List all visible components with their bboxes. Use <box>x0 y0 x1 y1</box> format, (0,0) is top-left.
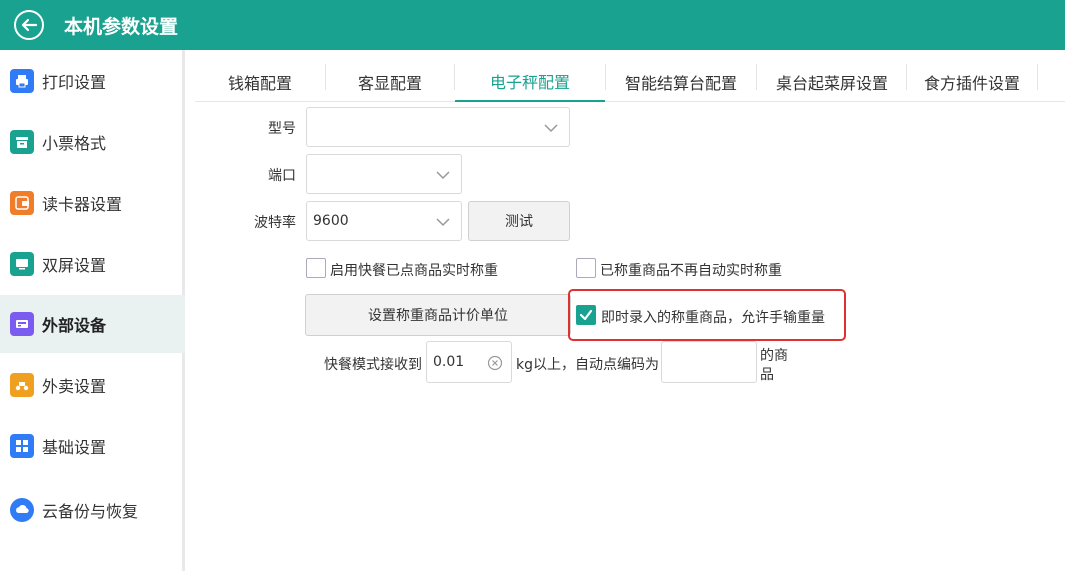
sidebar: 打印设置 小票格式 读卡器设置 双屏设置 外部设备 外卖设置 基础设置 云备份与… <box>0 50 185 571</box>
sidebar-item-label: 双屏设置 <box>42 256 107 275</box>
baud-select[interactable]: 9600 <box>306 201 462 241</box>
model-select[interactable] <box>306 107 570 147</box>
chevron-down-icon <box>436 218 450 227</box>
sidebar-item-label: 小票格式 <box>42 134 107 153</box>
sidebar-item-external-devices[interactable]: 外部设备 <box>0 295 185 353</box>
sidebar-item-receipt-format[interactable]: 小票格式 <box>0 113 185 171</box>
suffix-label-line2: 品 <box>760 367 774 383</box>
sidebar-item-label: 外部设备 <box>42 316 107 335</box>
sidebar-item-dual-screen[interactable]: 双屏设置 <box>0 235 185 293</box>
tab-smart-checkout[interactable]: 智能结算台配置 <box>606 62 756 102</box>
tab-cash-drawer[interactable]: 钱箱配置 <box>195 62 325 102</box>
sidebar-item-basic-settings[interactable]: 基础设置 <box>0 417 185 475</box>
sidebar-item-print[interactable]: 打印设置 <box>0 52 185 110</box>
page-title: 本机参数设置 <box>64 15 179 38</box>
after-weight-label: kg以上，自动点编码为 <box>516 357 659 373</box>
tab-table-serve-screen[interactable]: 桌台起菜屏设置 <box>757 62 907 102</box>
grid-icon <box>10 434 34 458</box>
test-button[interactable]: 测试 <box>468 201 570 241</box>
scooter-icon <box>10 373 34 397</box>
tab-bar: 钱箱配置 客显配置 电子秤配置 智能结算台配置 桌台起菜屏设置 食方插件设置 <box>195 50 1065 102</box>
fast-food-realtime-weigh-label: 启用快餐已点商品实时称重 <box>330 263 498 279</box>
arrow-left-icon <box>21 18 38 32</box>
sidebar-item-card-reader[interactable]: 读卡器设置 <box>0 174 185 232</box>
fast-mode-label: 快餐模式接收到 <box>324 357 422 373</box>
no-auto-weigh-checkbox[interactable] <box>576 258 596 278</box>
printer-icon <box>10 69 34 93</box>
monitor-icon <box>10 252 34 276</box>
tab-food-plugin[interactable]: 食方插件设置 <box>907 62 1037 102</box>
weight-threshold-input[interactable]: 0.01 <box>426 341 512 383</box>
manual-weight-label: 即时录入的称重商品，允许手输重量 <box>601 310 825 326</box>
product-code-input[interactable] <box>661 341 757 383</box>
no-auto-weigh-label: 已称重商品不再自动实时称重 <box>600 263 782 279</box>
back-button[interactable] <box>14 10 44 40</box>
tab-electronic-scale[interactable]: 电子秤配置 <box>455 62 605 102</box>
header-bar: 本机参数设置 <box>0 0 1065 50</box>
sidebar-item-label: 基础设置 <box>42 438 107 457</box>
chevron-down-icon <box>544 124 558 133</box>
baud-label: 波特率 <box>254 215 296 231</box>
port-select[interactable] <box>306 154 462 194</box>
device-icon <box>10 312 34 336</box>
sidebar-item-label: 读卡器设置 <box>42 195 123 214</box>
model-label: 型号 <box>268 121 296 137</box>
port-label: 端口 <box>268 168 296 184</box>
chevron-down-icon <box>436 171 450 180</box>
checkmark-icon <box>579 309 593 321</box>
sidebar-item-label: 外卖设置 <box>42 377 107 396</box>
clear-icon[interactable] <box>487 355 503 371</box>
sidebar-item-delivery[interactable]: 外卖设置 <box>0 356 185 414</box>
weight-threshold-value: 0.01 <box>433 354 465 370</box>
suffix-label-line1: 的商 <box>760 348 788 364</box>
sidebar-item-label: 打印设置 <box>42 73 107 92</box>
set-weigh-unit-button[interactable]: 设置称重商品计价单位 <box>305 294 571 336</box>
fast-food-realtime-weigh-checkbox[interactable] <box>306 258 326 278</box>
manual-weight-checkbox[interactable] <box>576 305 596 325</box>
receipt-icon <box>10 130 34 154</box>
tab-divider <box>1037 64 1038 90</box>
baud-value: 9600 <box>313 213 349 229</box>
sidebar-item-cloud-backup[interactable]: 云备份与恢复 <box>0 481 185 539</box>
card-reader-icon <box>10 191 34 215</box>
sidebar-item-label: 云备份与恢复 <box>42 502 139 521</box>
tab-customer-display[interactable]: 客显配置 <box>326 62 454 102</box>
cloud-icon <box>10 498 34 522</box>
